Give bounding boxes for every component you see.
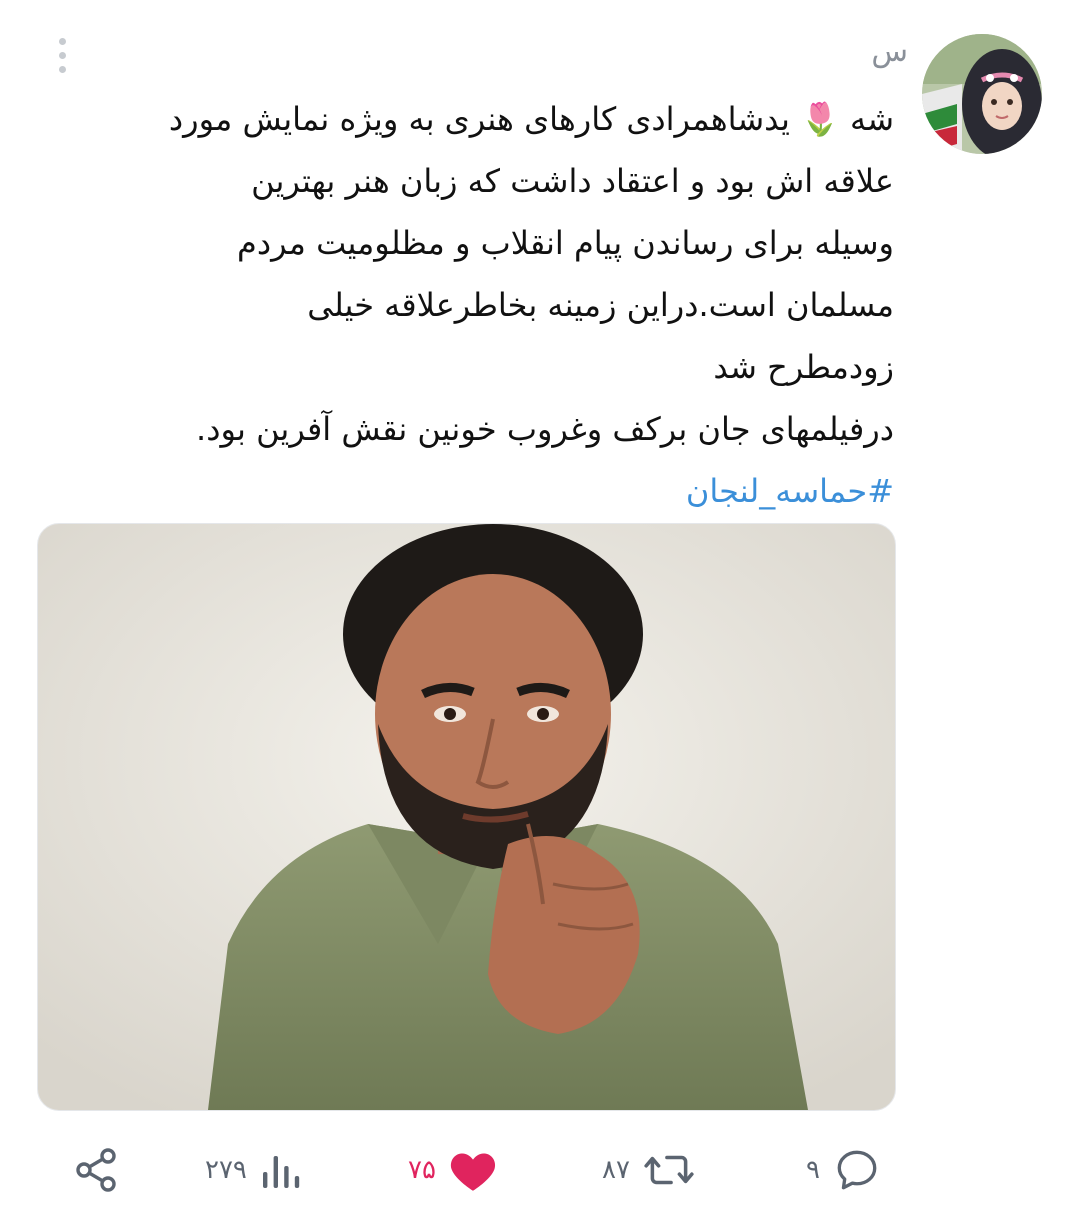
portrait-photo: [38, 524, 895, 1110]
reply-count: ۹: [806, 1155, 820, 1185]
tweet-line: مسلمان است.دراین زمینه بخاطرعلاقه خیلی: [307, 286, 894, 324]
more-vertical-icon[interactable]: [52, 38, 72, 78]
retweet-icon: [644, 1155, 694, 1185]
like-count: ۷۵: [408, 1155, 436, 1185]
retweet-button[interactable]: ۸۷: [602, 1140, 696, 1200]
tweet-line: وسیله برای رساندن پیام انقلاب و مظلومیت …: [237, 224, 894, 262]
author-name[interactable]: س: [871, 34, 908, 69]
tweet-media-image[interactable]: [37, 523, 896, 1111]
tweet-action-bar: ۹ ۸۷ ۷۵ ۲۷۹: [0, 1140, 1080, 1200]
share-button[interactable]: [72, 1140, 120, 1200]
avatar-image: [922, 34, 1042, 154]
reply-icon: [837, 1150, 877, 1190]
tweet-line: درفیلمهای جان برکف وغروب خونین نقش آفرین…: [196, 410, 894, 448]
heart-icon: [450, 1153, 496, 1191]
author-avatar[interactable]: [922, 34, 1042, 154]
like-button[interactable]: ۷۵: [408, 1140, 498, 1200]
views-count: ۲۷۹: [205, 1155, 247, 1185]
views-button[interactable]: ۲۷۹: [205, 1140, 303, 1200]
views-icon: [262, 1156, 300, 1188]
retweet-count: ۸۷: [602, 1155, 630, 1185]
tweet-body: شه 🌷 یدشاهمرادی کارهای هنری به ویژه نمای…: [28, 88, 894, 522]
tweet-line: زودمطرح شد: [713, 348, 894, 386]
tweet-line: علاقه اش بود و اعتقاد داشت که زبان هنر ب…: [251, 162, 894, 200]
share-icon: [76, 1148, 116, 1192]
tweet-line: شه 🌷 یدشاهمرادی کارهای هنری به ویژه نمای…: [168, 100, 894, 138]
hashtag-link[interactable]: #حماسه_لنجان: [28, 460, 894, 522]
reply-button[interactable]: ۹: [806, 1140, 882, 1200]
